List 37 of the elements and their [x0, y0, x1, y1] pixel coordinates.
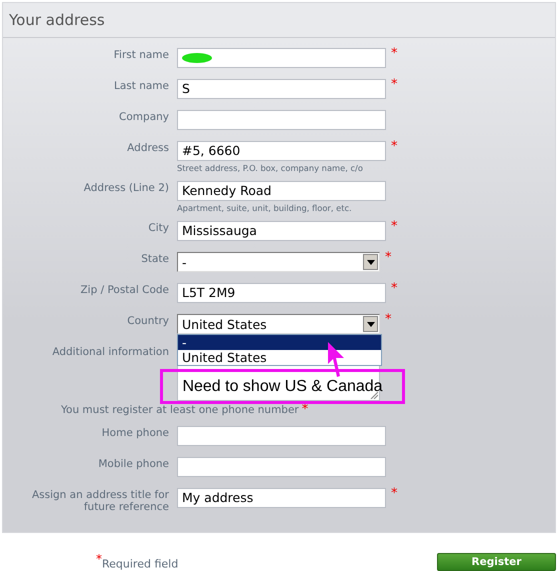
dropdown-option[interactable]: United States — [178, 350, 381, 365]
phone-note: You must register at least one phone number — [61, 404, 299, 416]
field-label: Country — [126, 314, 169, 327]
field-label: First name — [112, 48, 169, 61]
field-label: Home phone — [100, 426, 169, 439]
text-field[interactable]: Mississauga — [177, 221, 386, 241]
field-label: State — [140, 252, 169, 265]
required-asterisk: * — [302, 404, 308, 416]
field-label: Company — [118, 110, 169, 123]
field-label: Last name — [113, 79, 169, 92]
field-label: Zip / Postal Code — [79, 283, 169, 296]
required-asterisk: * — [391, 488, 398, 500]
required-asterisk: * — [391, 48, 398, 60]
annotation-callout: Need to show US & Canada — [160, 369, 405, 404]
required-asterisk: * — [391, 141, 398, 153]
section-title: Your address — [9, 11, 105, 29]
field-label: Assign an address title for future reference — [30, 488, 169, 513]
register-button[interactable]: Register — [437, 553, 556, 571]
field-label: Address — [126, 141, 169, 154]
dropdown-option[interactable]: - — [178, 335, 381, 350]
required-asterisk: * — [391, 79, 398, 91]
field-hint: Street address, P.O. box, company name, c/o — [177, 163, 364, 173]
text-field[interactable]: Kennedy Road — [177, 181, 386, 201]
required-asterisk: * — [385, 252, 392, 264]
dropdown-select[interactable]: - — [177, 252, 380, 272]
text-field[interactable]: L5T 2M9 — [177, 283, 386, 303]
required-asterisk: * — [385, 314, 392, 326]
field-label: City — [147, 221, 169, 234]
field-label: Mobile phone — [97, 457, 169, 470]
required-asterisk: * — [391, 283, 398, 295]
text-field[interactable]: S — [177, 79, 386, 99]
text-field[interactable]: My address — [177, 488, 386, 508]
field-label: Additional information — [51, 345, 169, 358]
text-field[interactable]: #5, 6660 — [177, 141, 386, 161]
field-hint: Apartment, suite, unit, building, floor, etc. — [177, 203, 353, 213]
field-label: Address (Line 2) — [82, 181, 169, 194]
required-asterisk: * — [391, 221, 398, 233]
